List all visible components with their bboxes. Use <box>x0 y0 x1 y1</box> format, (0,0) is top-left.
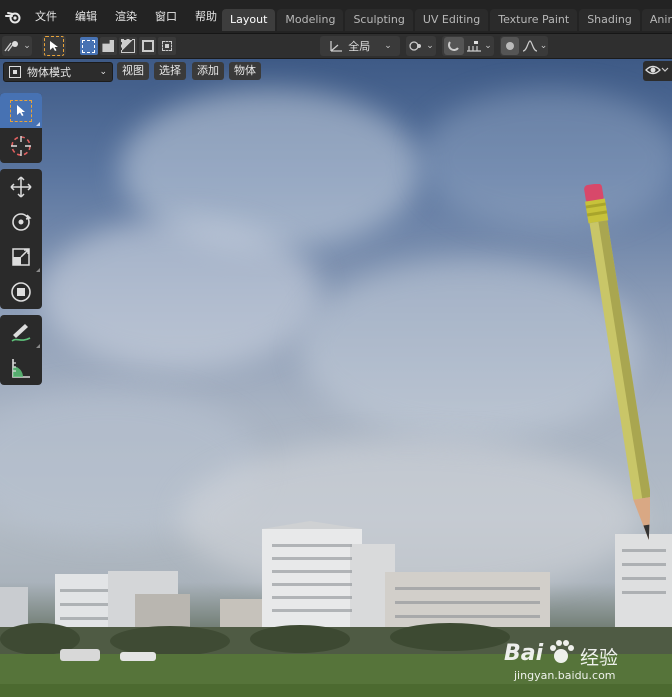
tab-layout[interactable]: Layout <box>222 9 276 31</box>
baidu-watermark: Bai 经验 jingyan.baidu.com <box>496 635 666 687</box>
main-menu: 文件 编辑 渲染 窗口 帮助 <box>26 0 226 33</box>
chevron-down-icon: ⌄ <box>99 67 107 77</box>
eye-icon <box>645 65 669 75</box>
tool-settings-icon <box>4 41 19 52</box>
pencil-annotate-icon <box>11 323 31 342</box>
mode-label: 物体模式 <box>27 66 71 79</box>
add-menu-button[interactable]: 添加 <box>192 62 224 80</box>
annotate-tools-group <box>0 315 42 385</box>
transform-orientation-dropdown[interactable]: 全局 ⌄ <box>320 36 400 56</box>
tab-texture-paint[interactable]: Texture Paint <box>490 9 578 31</box>
rotate-icon <box>12 212 32 231</box>
chevron-down-icon: ⌄ <box>384 41 392 51</box>
tab-sculpting[interactable]: Sculpting <box>345 9 413 31</box>
workspace-tabs: Layout Modeling Sculpting UV Editing Tex… <box>222 9 672 31</box>
watermark-brand: Bai <box>504 641 544 666</box>
watermark-url: jingyan.baidu.com <box>514 669 616 682</box>
tool-options-button[interactable]: ⌄ <box>2 36 32 56</box>
transform-tools-group <box>0 169 42 309</box>
menu-edit[interactable]: 编辑 <box>66 0 106 33</box>
active-tool-button[interactable] <box>42 36 66 56</box>
pencil-object[interactable] <box>575 184 650 549</box>
chevron-down-icon: ⌄ <box>484 41 492 51</box>
mode-extend-icon[interactable] <box>99 37 118 55</box>
transform-tool[interactable] <box>0 274 42 309</box>
mode-set-icon[interactable] <box>80 37 98 55</box>
scale-icon <box>12 247 30 266</box>
menu-window[interactable]: 窗口 <box>146 0 186 33</box>
watermark-jingyan: 经验 <box>580 647 619 669</box>
measure-ruler-icon <box>12 358 30 378</box>
transform-icon <box>11 281 31 302</box>
tab-modeling[interactable]: Modeling <box>277 9 344 31</box>
blender-logo-icon[interactable] <box>0 0 26 33</box>
tab-shading[interactable]: Shading <box>579 9 640 31</box>
visibility-dropdown[interactable] <box>643 61 672 81</box>
tab-uv-editing[interactable]: UV Editing <box>414 9 489 31</box>
snap-group: ⌄ <box>442 36 494 56</box>
menu-render[interactable]: 渲染 <box>106 0 146 33</box>
pivot-point-dropdown[interactable]: ⌄ <box>406 36 436 56</box>
snap-increment-icon[interactable] <box>466 40 482 52</box>
select-menu-button[interactable]: 选择 <box>154 62 186 80</box>
tab-animation[interactable]: Animatio <box>641 9 672 31</box>
proportional-group: ⌄ <box>500 36 548 56</box>
viewport-header: 物体模式 ⌄ 视图 选择 添加 物体 <box>0 59 672 83</box>
object-menu-button[interactable]: 物体 <box>229 62 261 80</box>
3d-viewport[interactable]: 物体模式 ⌄ 视图 选择 添加 物体 Bai 经验 jingyan.baidu.… <box>0 59 672 697</box>
paw-logo-icon <box>550 640 574 663</box>
tool-shelf <box>0 93 42 391</box>
chevron-down-icon: ⌄ <box>539 41 548 51</box>
orientation-label: 全局 <box>348 40 371 53</box>
annotate-tool[interactable] <box>0 315 42 350</box>
mode-subtract-icon[interactable] <box>119 37 137 55</box>
select-box-tool[interactable] <box>0 93 42 128</box>
mode-intersect-icon[interactable] <box>158 37 176 55</box>
pivot-icon <box>409 41 422 51</box>
cursor-tool[interactable] <box>0 128 42 163</box>
menu-help[interactable]: 帮助 <box>186 0 226 33</box>
select-box-icon <box>10 99 32 122</box>
select-cursor-icon <box>44 36 64 56</box>
mode-invert-icon[interactable] <box>138 37 157 55</box>
top-bar: 文件 编辑 渲染 窗口 帮助 Layout Modeling Sculpting… <box>0 0 672 34</box>
object-mode-dropdown[interactable]: 物体模式 ⌄ <box>3 62 113 82</box>
falloff-curve-icon[interactable] <box>522 40 538 52</box>
move-arrows-icon <box>10 175 32 198</box>
move-tool[interactable] <box>0 169 42 204</box>
proportional-edit-icon[interactable] <box>500 37 519 55</box>
scale-tool[interactable] <box>0 239 42 274</box>
view-menu-button[interactable]: 视图 <box>117 62 149 80</box>
chevron-down-icon: ⌄ <box>23 41 31 51</box>
rotate-tool[interactable] <box>0 204 42 239</box>
menu-file[interactable]: 文件 <box>26 0 66 33</box>
snap-magnet-icon[interactable] <box>444 37 465 55</box>
chevron-down-icon: ⌄ <box>426 41 434 51</box>
object-mode-icon <box>9 66 21 78</box>
3d-cursor-icon <box>11 135 31 156</box>
selection-tools-group <box>0 93 42 163</box>
measure-tool[interactable] <box>0 350 42 385</box>
orientation-axes-icon <box>330 41 343 52</box>
tool-settings-header: ⌄ 全局 ⌄ ⌄ ⌄ ⌄ <box>0 34 672 59</box>
selection-mode-group <box>80 36 176 56</box>
